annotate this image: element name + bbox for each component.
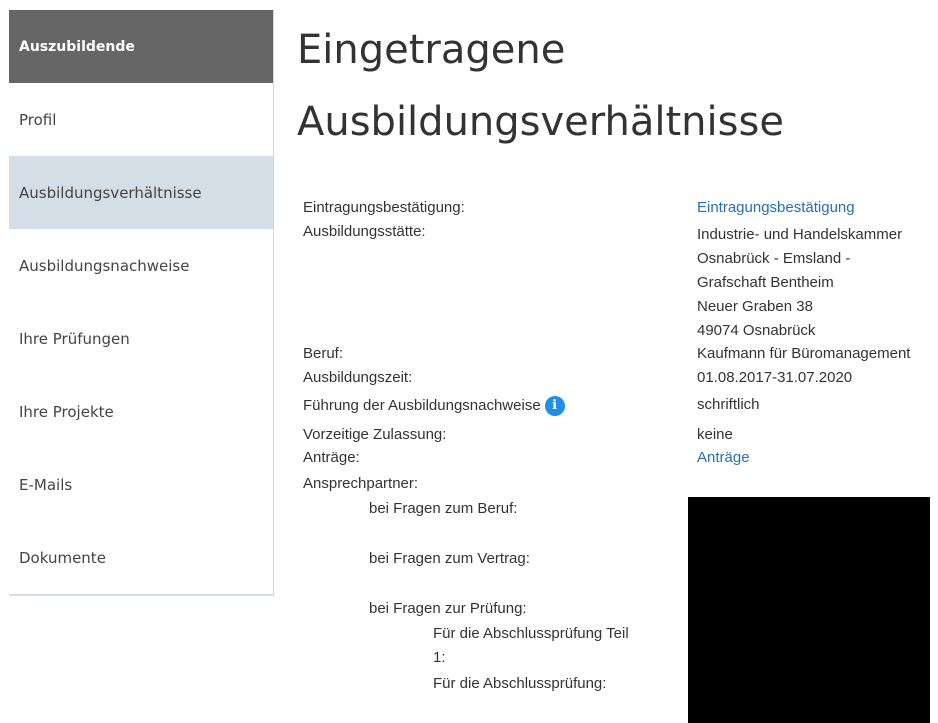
beruf-value: Kaufmann für Büromanagement (697, 345, 911, 362)
label-ansprechpartner: Ansprechpartner: (303, 475, 419, 492)
redacted-block (688, 497, 930, 723)
label-ausbildungszeit: Ausbildungszeit: (303, 369, 413, 386)
eintragung-link[interactable]: Eintragungsbestätigung (697, 199, 855, 216)
page-title: Eingetragene Ausbildungsverhältnisse (297, 14, 927, 158)
sidebar-item-pruefungen[interactable]: Ihre Prüfungen (9, 302, 273, 375)
page: Auszubildende Profil Ausbildungsverhältn… (0, 0, 938, 723)
sidebar: Auszubildende Profil Ausbildungsverhältn… (9, 10, 274, 596)
address-line: Grafschaft Bentheim (697, 274, 834, 291)
page-title-line2: Ausbildungsverhältnisse (297, 99, 784, 145)
label-beruf: Beruf: (303, 345, 344, 362)
label-fragen-beruf: bei Fragen zum Beruf: (369, 500, 518, 517)
sidebar-item-projekte[interactable]: Ihre Projekte (9, 375, 273, 448)
label-antraege: Anträge: (303, 449, 360, 466)
label-fragen-pruefung: bei Fragen zur Prüfung: (369, 600, 527, 617)
label-eintragung: Eintragungsbestätigung: (303, 199, 465, 216)
sidebar-item-emails[interactable]: E-Mails (9, 448, 273, 521)
info-icon[interactable]: i (544, 396, 565, 416)
label-ausbildungsstaette: Ausbildungsstätte: (303, 223, 426, 240)
label-abschluss: Für die Abschlussprüfung: (433, 675, 607, 692)
address-line: Neuer Graben 38 (697, 298, 813, 315)
label-zulassung: Vorzeitige Zulassung: (303, 426, 447, 443)
label-fragen-vertrag: bei Fragen zum Vertrag: (369, 550, 530, 567)
fuehrung-value: schriftlich (697, 396, 760, 413)
address-line: Osnabrück - Emsland - (697, 250, 851, 267)
sidebar-item-profil[interactable]: Profil (9, 83, 273, 156)
antraege-link[interactable]: Anträge (697, 449, 750, 466)
label-fuehrung: Führung der Ausbildungsnachweise i (303, 396, 565, 416)
sidebar-item-ausbildungsverhaeltnisse[interactable]: Ausbildungsverhältnisse (9, 156, 273, 229)
label-teil1-line2: 1: (433, 649, 446, 666)
label-fuehrung-text: Führung der Ausbildungsnachweise (303, 396, 541, 414)
sidebar-item-ausbildungsnachweise[interactable]: Ausbildungsnachweise (9, 229, 273, 302)
page-title-line1: Eingetragene (297, 27, 566, 73)
sidebar-item-dokumente[interactable]: Dokumente (9, 521, 273, 594)
ausbildungszeit-value: 01.08.2017-31.07.2020 (697, 369, 853, 386)
label-teil1-line1: Für die Abschlussprüfung Teil (433, 625, 629, 642)
address-line: Industrie- und Handelskammer (697, 226, 903, 243)
address-line: 49074 Osnabrück (697, 322, 816, 339)
zulassung-value: keine (697, 426, 733, 443)
sidebar-header[interactable]: Auszubildende (9, 10, 273, 83)
address-block: Industrie- und Handelskammer Osnabrück -… (697, 223, 902, 343)
